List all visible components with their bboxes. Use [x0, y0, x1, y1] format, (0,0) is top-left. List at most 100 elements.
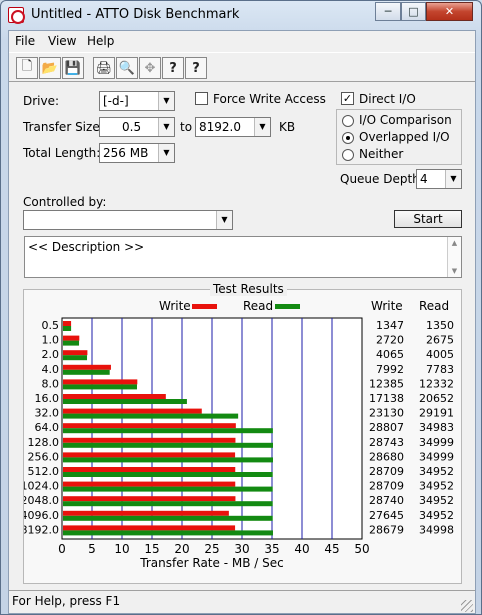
write-bar — [63, 394, 166, 399]
help-icon[interactable]: ? — [162, 57, 184, 79]
controlled-by-select[interactable]: ▼ — [23, 210, 233, 230]
read-value: 7783 — [426, 363, 454, 376]
read-bar — [63, 428, 273, 434]
x-axis-label: Transfer Rate - MB / Sec — [139, 556, 283, 570]
overlapped-io-radio[interactable] — [342, 132, 354, 144]
write-bar — [63, 423, 236, 429]
write-value: 17138 — [369, 392, 404, 405]
menu-help[interactable]: Help — [87, 34, 114, 48]
y-tick-label: 512.0 — [28, 465, 60, 478]
read-value: 34998 — [419, 523, 454, 536]
read-bar — [63, 369, 110, 375]
app-window: Untitled - ATTO Disk Benchmark ─ □ ✕ Fil… — [0, 0, 482, 615]
chevron-down-icon[interactable]: ▼ — [158, 92, 174, 110]
write-value: 28743 — [369, 436, 404, 449]
write-value: 27645 — [369, 509, 404, 522]
read-bar — [63, 442, 273, 448]
write-bar — [63, 525, 236, 531]
new-file-icon[interactable]: 🗋 — [16, 57, 38, 79]
read-value: 34952 — [419, 494, 454, 507]
chevron-down-icon[interactable]: ▼ — [445, 170, 461, 188]
direct-io-checkbox[interactable]: ✓ — [341, 92, 354, 105]
read-bar — [63, 326, 72, 331]
print-preview-icon[interactable]: 🔍 — [116, 57, 138, 79]
maximize-button[interactable]: □ — [401, 2, 426, 21]
start-button[interactable]: Start — [394, 210, 462, 228]
menu-view[interactable]: View — [48, 34, 76, 48]
minimize-button[interactable]: ─ — [375, 2, 401, 21]
read-bar — [63, 457, 273, 463]
io-comparison-radio[interactable] — [342, 115, 354, 127]
read-value: 2675 — [426, 334, 454, 347]
read-value: 20652 — [419, 392, 454, 405]
status-text: For Help, press F1 — [12, 594, 121, 608]
write-value: 28740 — [369, 494, 404, 507]
write-value: 4065 — [376, 348, 404, 361]
chevron-down-icon[interactable]: ▼ — [216, 211, 232, 229]
menu-file[interactable]: File — [15, 34, 35, 48]
write-value: 2720 — [376, 334, 404, 347]
description-box[interactable]: << Description >> ▲ ▼ — [24, 236, 462, 278]
write-bar — [63, 481, 236, 487]
chevron-down-icon[interactable]: ▼ — [158, 144, 174, 162]
write-value: 28679 — [369, 523, 404, 536]
chevron-down-icon[interactable]: ▼ — [254, 118, 270, 136]
read-bar — [63, 472, 273, 477]
transfer-from-value: 0.5 — [122, 120, 142, 134]
description-text: << Description >> — [28, 240, 145, 254]
read-value: 34952 — [419, 509, 454, 522]
x-tick-label: 45 — [324, 542, 339, 556]
transfer-to-select[interactable]: 8192.0 ▼ — [195, 117, 271, 137]
total-length-select[interactable]: 256 MB ▼ — [99, 143, 175, 163]
scroll-down-icon[interactable]: ▼ — [448, 267, 461, 275]
transfer-from-select[interactable]: 0.5 ▼ — [99, 117, 175, 137]
write-bar — [63, 437, 236, 443]
read-value: 12332 — [419, 377, 454, 390]
read-bar — [63, 413, 239, 419]
queue-depth-select[interactable]: 4 ▼ — [416, 169, 462, 189]
io-comparison-label: I/O Comparison — [359, 113, 452, 127]
direct-io-label: Direct I/O — [359, 92, 416, 106]
window-title: Untitled - ATTO Disk Benchmark — [31, 7, 240, 22]
y-tick-label: 16.0 — [35, 392, 60, 405]
controlled-by-label: Controlled by: — [23, 195, 107, 209]
description-scrollbar[interactable]: ▲ ▼ — [447, 237, 461, 277]
atto-app-icon[interactable] — [8, 7, 25, 24]
y-tick-label: 1024.0 — [24, 480, 59, 493]
status-bar: For Help, press F1 — [9, 590, 475, 614]
print-icon[interactable]: 🖨 — [93, 57, 115, 79]
kb-label: KB — [279, 120, 296, 134]
to-label: to — [180, 120, 193, 134]
x-tick-label: 20 — [174, 542, 189, 556]
scroll-up-icon[interactable]: ▲ — [448, 239, 461, 247]
context-help-icon[interactable]: ? — [185, 57, 207, 79]
y-tick-label: 4096.0 — [24, 509, 59, 522]
drive-select[interactable]: [-d-] ▼ — [99, 91, 175, 111]
read-value: 1350 — [426, 319, 454, 332]
title-bar[interactable]: Untitled - ATTO Disk Benchmark ─ □ ✕ — [1, 1, 481, 30]
read-value: 34999 — [419, 436, 454, 449]
y-tick-label: 256.0 — [28, 450, 60, 463]
x-tick-label: 35 — [264, 542, 279, 556]
x-tick-label: 10 — [114, 542, 129, 556]
write-value: 12385 — [369, 377, 404, 390]
open-folder-icon[interactable]: 📂 — [39, 57, 61, 79]
read-bar — [63, 384, 137, 390]
transfer-size-label: Transfer Size: — [23, 120, 104, 134]
read-value: 4005 — [426, 348, 454, 361]
x-tick-label: 25 — [204, 542, 219, 556]
force-write-checkbox[interactable] — [195, 92, 208, 105]
close-button[interactable]: ✕ — [426, 2, 473, 21]
save-icon[interactable]: 💾 — [62, 57, 84, 79]
neither-label: Neither — [359, 147, 404, 161]
read-bar — [63, 399, 187, 404]
move-icon[interactable]: ✥ — [139, 57, 161, 79]
write-bar — [63, 350, 88, 356]
transfer-to-value: 8192.0 — [199, 120, 241, 134]
x-tick-label: 30 — [234, 542, 249, 556]
write-value: 28709 — [369, 465, 404, 478]
resize-grip[interactable] — [461, 600, 473, 612]
neither-radio[interactable] — [342, 149, 354, 161]
total-length-label: Total Length: — [23, 146, 101, 160]
chevron-down-icon[interactable]: ▼ — [158, 118, 174, 136]
